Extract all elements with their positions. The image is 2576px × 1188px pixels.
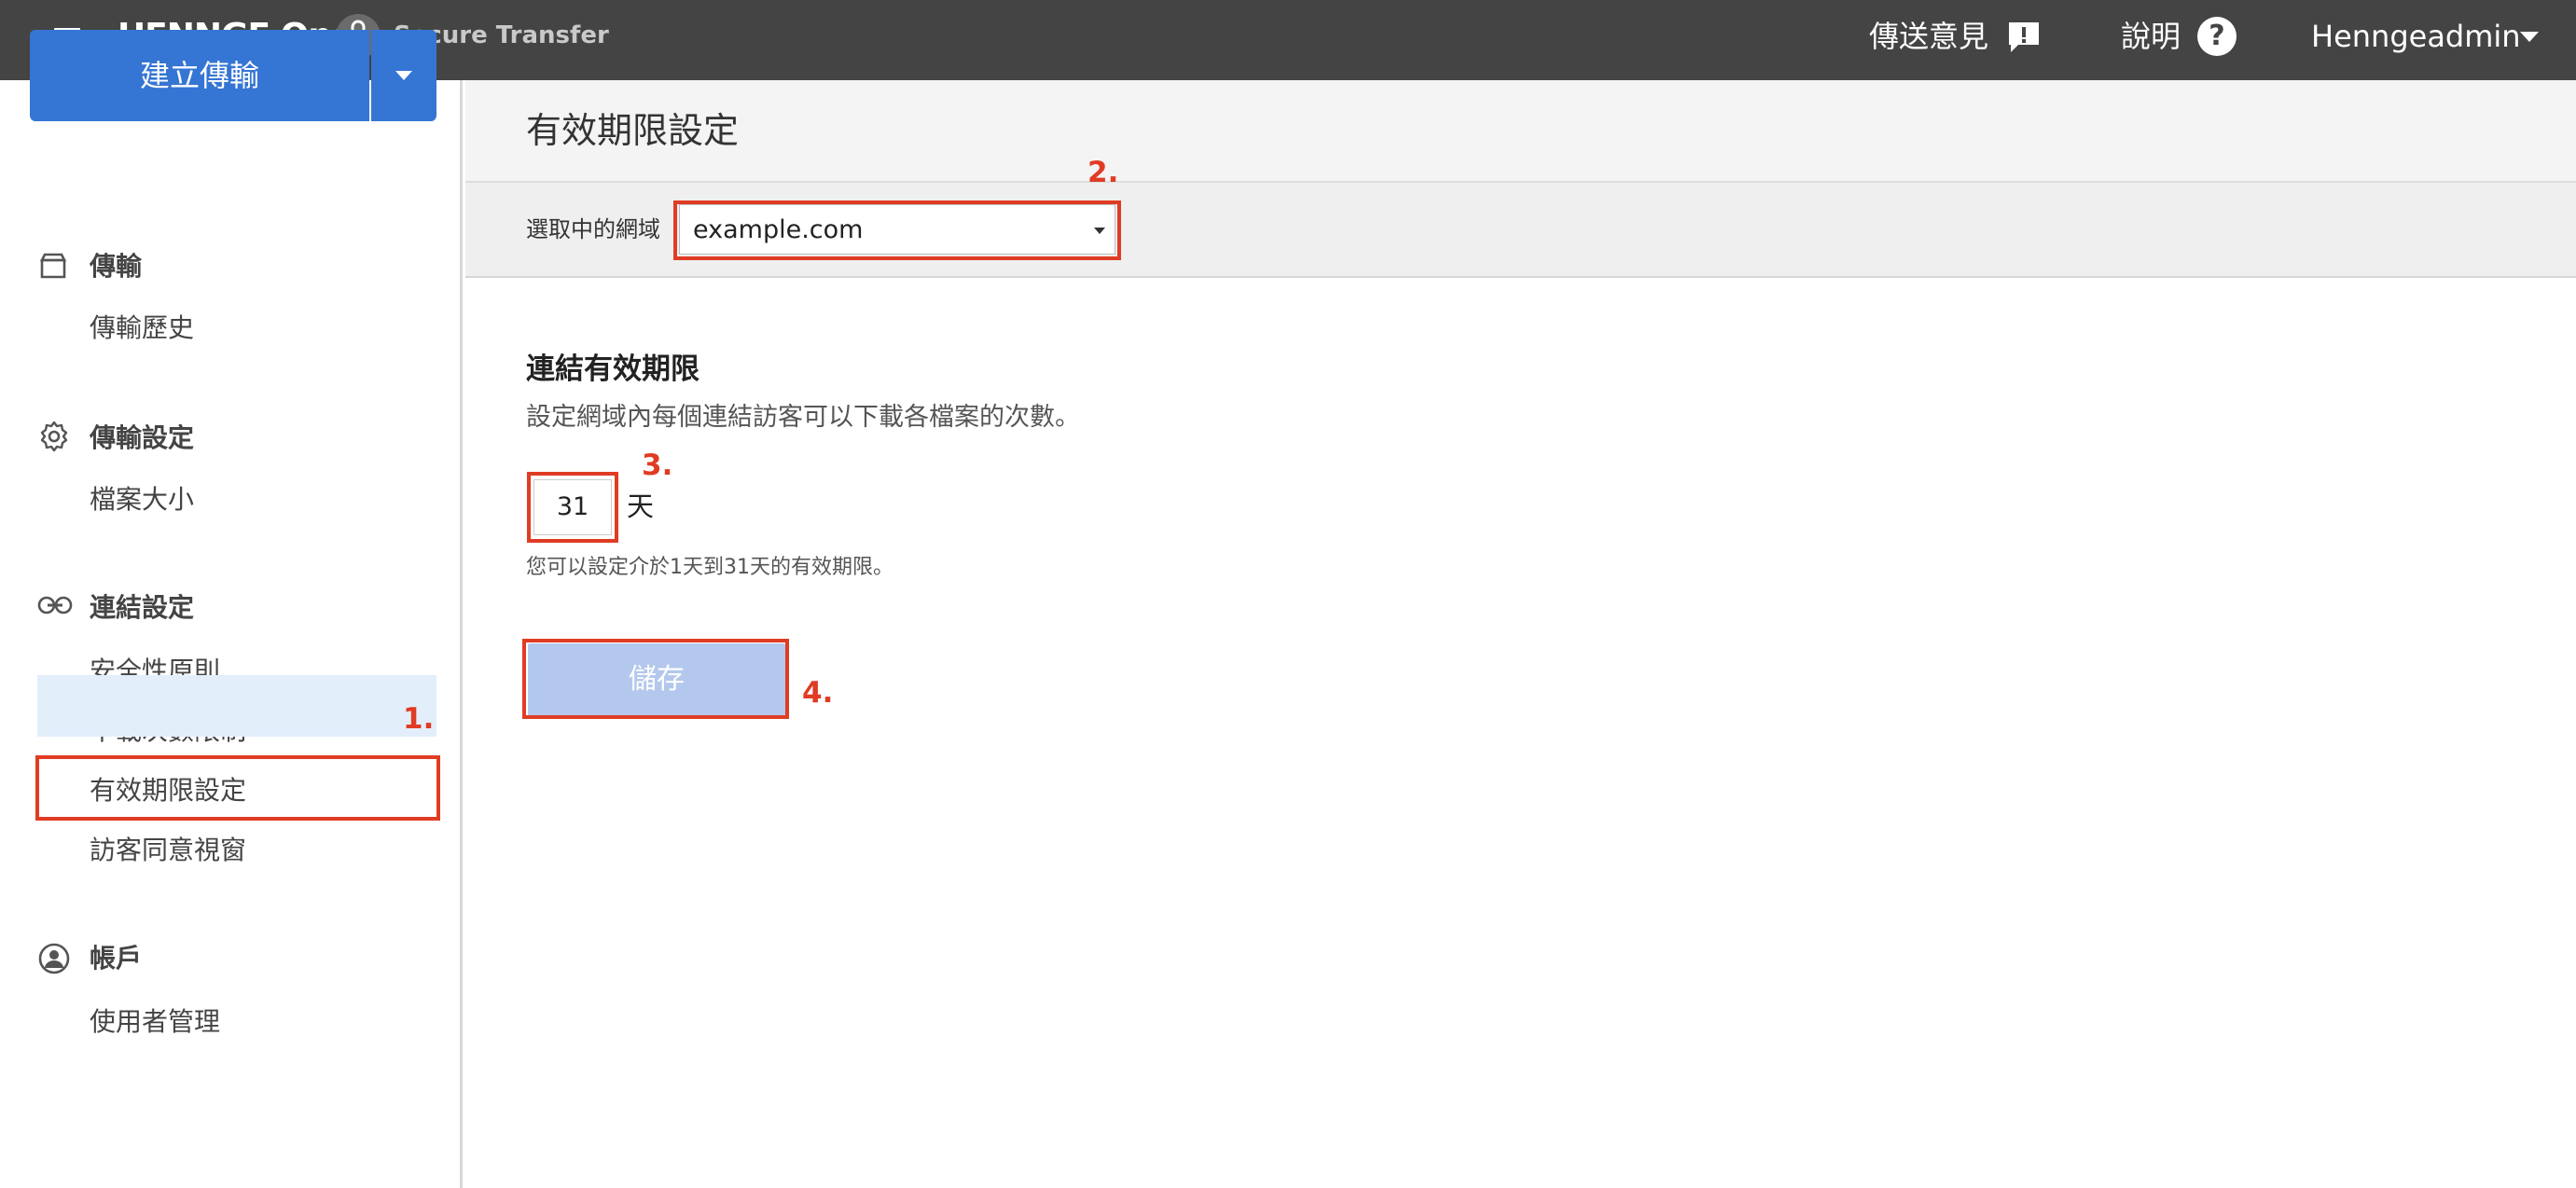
chevron-down-icon[interactable] <box>2520 32 2539 42</box>
link-icon <box>37 593 73 621</box>
create-transfer-dropdown-button[interactable] <box>371 30 436 121</box>
annotation-number-4: 4. <box>802 676 834 710</box>
annotation-number-2: 2. <box>1087 156 1119 189</box>
page-title: 有效期限設定 <box>526 110 740 151</box>
days-hint-text: 您可以設定介於1天到31天的有效期限。 <box>526 556 893 579</box>
expiration-days-input[interactable]: 31 <box>533 479 612 535</box>
help-icon[interactable]: ? <box>2197 17 2237 56</box>
section-heading: 連結有效期限 <box>526 352 699 386</box>
sidebar-item-guest-consent[interactable]: 訪客同意視窗 <box>90 834 246 867</box>
sidebar-item-transfer-history[interactable]: 傳輸歷史 <box>90 311 194 345</box>
feedback-icon[interactable] <box>2005 19 2043 60</box>
domain-select-value: example.com <box>693 215 864 244</box>
days-unit-label: 天 <box>627 490 655 522</box>
box-icon <box>37 250 69 285</box>
sidebar-section-link-settings: 連結設定 <box>90 592 195 623</box>
sidebar-item-expiration-settings[interactable]: 有效期限設定 <box>90 774 246 808</box>
save-button[interactable]: 儲存 <box>528 643 785 716</box>
domain-select-label: 選取中的網域 <box>526 216 660 242</box>
domain-select[interactable]: example.com <box>679 204 1115 255</box>
caret-down-icon <box>1094 228 1105 234</box>
feedback-link[interactable]: 傳送意見 <box>1869 17 1988 56</box>
sidebar-item-active-highlight <box>37 675 436 737</box>
sidebar-section-transfer-settings: 傳輸設定 <box>90 422 195 453</box>
page-header <box>465 80 2576 183</box>
caret-down-icon <box>395 71 412 80</box>
user-menu[interactable]: Henngeadmin <box>2311 17 2521 56</box>
help-link[interactable]: 說明 <box>2121 17 2181 56</box>
gear-icon <box>37 420 71 457</box>
user-circle-icon <box>37 942 71 979</box>
section-description: 設定網域內每個連結訪客可以下載各檔案的次數。 <box>526 403 1080 432</box>
annotation-number-3: 3. <box>642 449 673 482</box>
sidebar-section-account: 帳戶 <box>90 943 143 974</box>
sidebar-section-transfer: 傳輸 <box>90 251 143 282</box>
sidebar-item-user-management[interactable]: 使用者管理 <box>90 1005 220 1039</box>
sidebar-item-file-size[interactable]: 檔案大小 <box>90 483 194 517</box>
annotation-number-1: 1. <box>403 702 435 736</box>
create-transfer-button[interactable]: 建立傳輸 <box>30 30 369 121</box>
sidebar <box>0 80 463 1188</box>
